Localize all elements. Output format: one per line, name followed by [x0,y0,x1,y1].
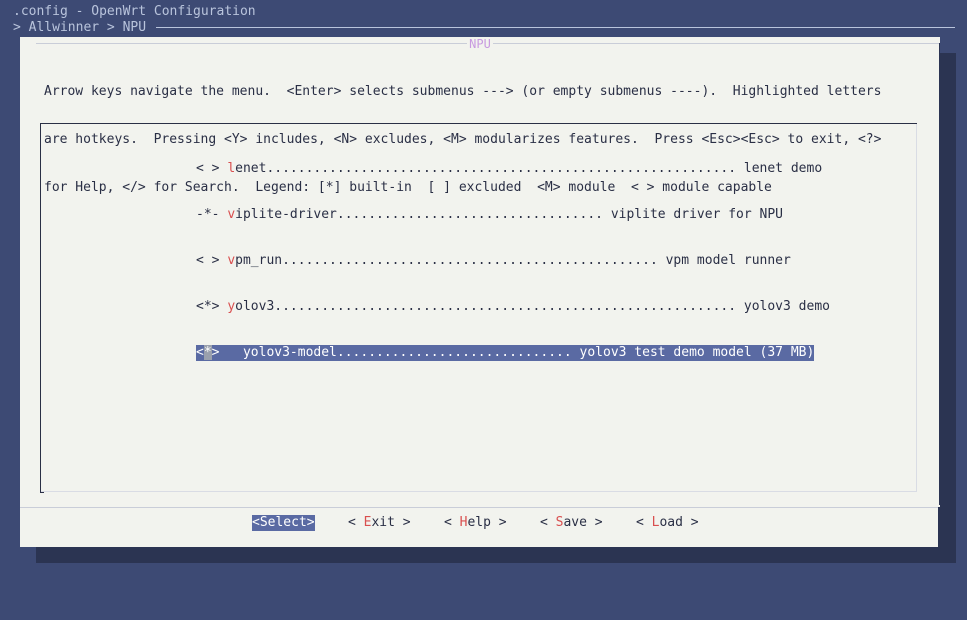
button-bar: <Select> < Exit > < Help > < Save > < Lo… [20,515,940,531]
menu-item-yolov3[interactable]: <*> yolov3..............................… [196,299,830,315]
save-button[interactable]: < Save > [540,515,603,531]
menu-item-label: olov3...................................… [235,299,830,314]
menu-list: < > lenet...............................… [196,131,830,391]
menu-item-hotkey: l [227,161,236,176]
menu-item-label: enet....................................… [235,161,823,176]
menu-box-corner [40,492,44,493]
help-button[interactable]: < Help > [444,515,507,531]
menu-item-state: -*- [196,207,228,222]
menu-item-label: iplite-driver...........................… [235,207,784,222]
menu-item-state: <*> [196,299,228,314]
menu-item-hotkey: v [227,207,236,222]
menu-item-state-open: < [196,345,204,360]
menu-item-label: pm_run..................................… [235,253,791,268]
breadcrumb: > Allwinner > NPU [13,20,147,35]
menu-item-state: < > [196,161,228,176]
exit-button-label: xit > [371,515,411,530]
dialog-title: NPU [467,37,493,51]
load-button[interactable]: < Load > [636,515,699,531]
exit-button[interactable]: < Exit > [348,515,411,531]
menuconfig-dialog: NPU Arrow keys navigate the menu. <Enter… [20,37,940,547]
save-button-left: < [540,515,556,530]
help-line-1: Arrow keys navigate the menu. <Enter> se… [44,84,882,99]
menu-item-label: yolov3-model............................… [219,345,815,360]
menu-box-bottom-border [41,491,917,492]
menu-item-state: < > [196,253,228,268]
select-button[interactable]: <Select> [252,515,315,531]
menu-box-right-border [916,124,917,492]
exit-button-left: < [348,515,364,530]
button-bar-rule [20,507,940,508]
header-rule [156,27,955,28]
save-button-label: ave > [563,515,603,530]
menu-item-yolov3-model[interactable]: <*> yolov3-model........................… [196,345,815,361]
help-button-left: < [444,515,460,530]
menu-item-hotkey: y [227,299,236,314]
dialog-right-edge [939,43,940,505]
help-button-label: elp > [467,515,507,530]
menu-item-viplite-driver[interactable]: -*- viplite-driver......................… [196,207,830,223]
load-button-left: < [636,515,652,530]
text-cursor: * [203,345,212,360]
menu-item-vpm-run[interactable]: < > vpm_run.............................… [196,253,830,269]
menu-item-hotkey: v [227,253,236,268]
load-button-label: oad > [659,515,699,530]
window-title: .config - OpenWrt Configuration [13,4,256,19]
menu-item-lenet[interactable]: < > lenet...............................… [196,161,830,177]
